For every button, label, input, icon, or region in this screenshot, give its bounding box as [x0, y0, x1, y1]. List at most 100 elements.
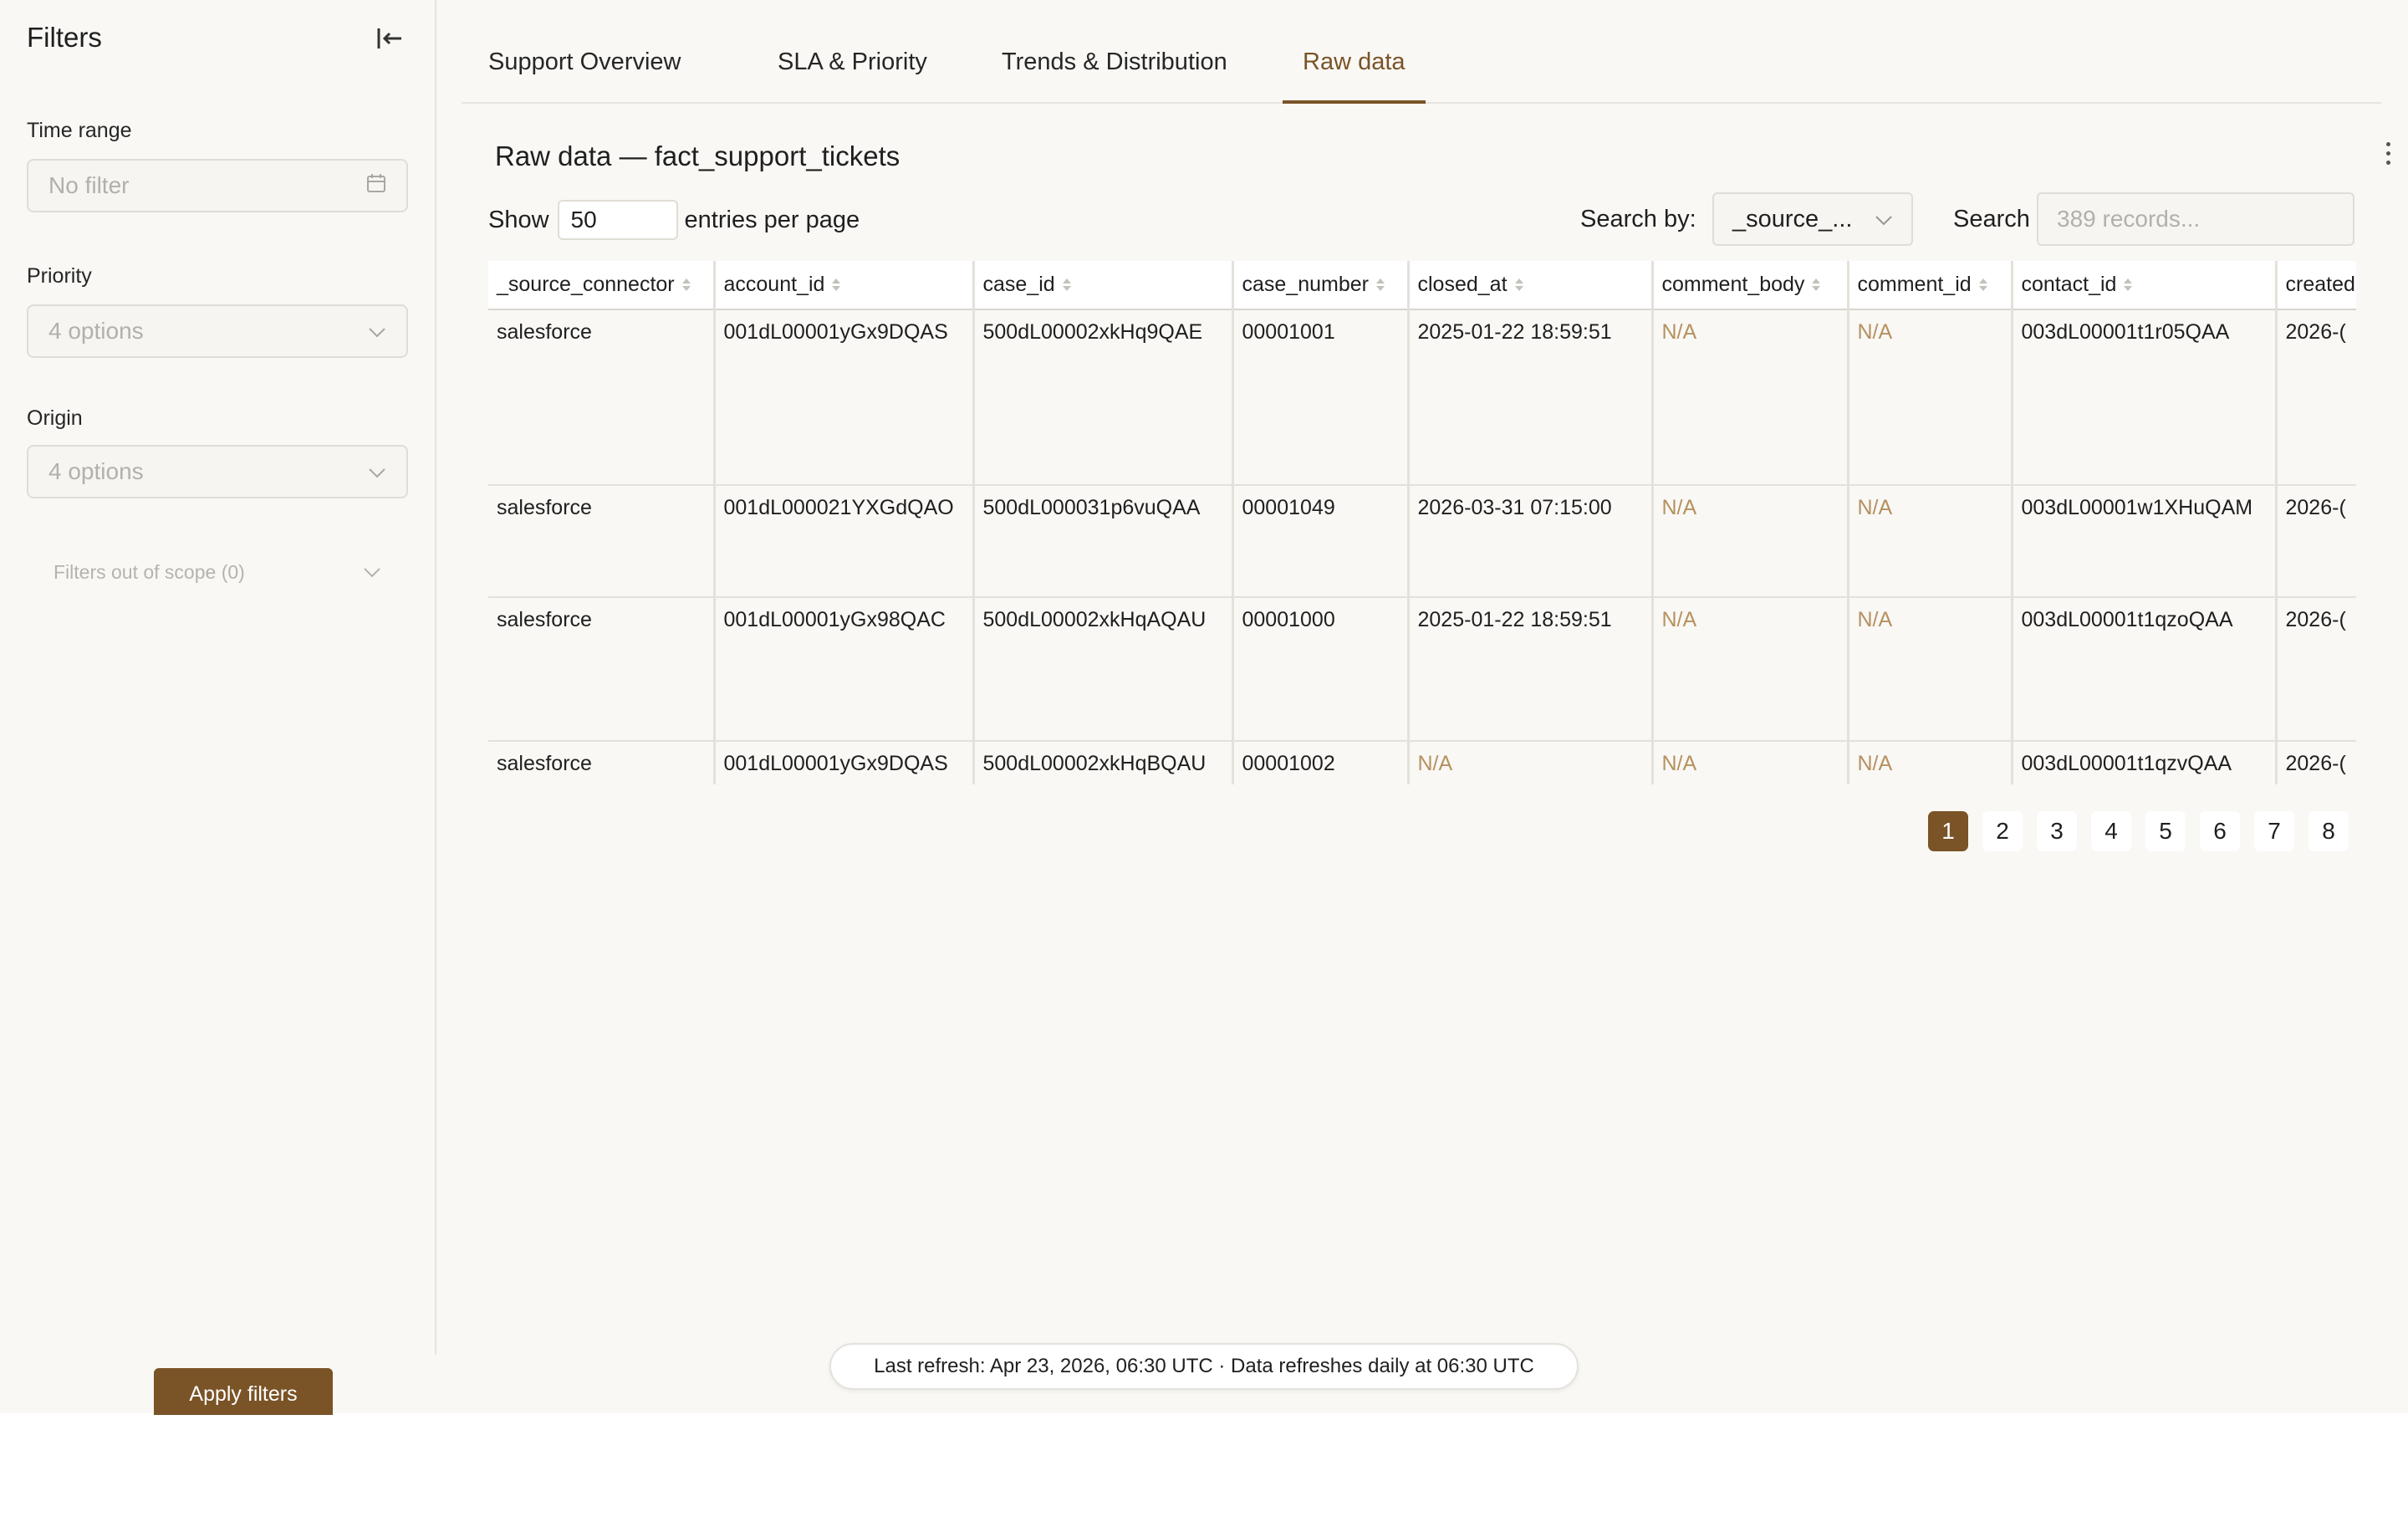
- table-cell: 001dL00001yGx9DQAS: [714, 741, 975, 784]
- table-cell: 500dL00002xkHqAQAU: [973, 597, 1234, 742]
- table-cell: N/A: [1848, 741, 2013, 784]
- column-header[interactable]: comment_body: [1652, 261, 1849, 310]
- table-cell: 2026-(: [2276, 485, 2356, 598]
- page-button-1[interactable]: 1: [1928, 811, 1968, 851]
- sort-icon[interactable]: [2123, 278, 2133, 293]
- column-header[interactable]: closed_at: [1408, 261, 1654, 310]
- chevron-down-icon: [368, 458, 386, 485]
- column-header[interactable]: _source_connector: [488, 261, 716, 310]
- time-range-placeholder: No filter: [48, 172, 130, 198]
- sort-icon[interactable]: [1375, 278, 1385, 293]
- filters-sidebar: Filters Time range No filter Priority 4 …: [0, 0, 436, 1355]
- page-button-7[interactable]: 7: [2254, 811, 2294, 851]
- column-header[interactable]: case_number: [1232, 261, 1410, 310]
- dashboard-tabs: Support Overview SLA & Priority Trends &…: [462, 0, 2381, 104]
- chevron-down-icon: [363, 561, 381, 584]
- time-range-picker[interactable]: No filter: [27, 159, 408, 212]
- sort-icon[interactable]: [831, 278, 841, 293]
- table-row: salesforce 001dL00001yGx9DQAS 500dL00002…: [488, 741, 2356, 784]
- table-cell: 001dL000021YXGdQAO: [714, 485, 975, 598]
- tab-support-overview[interactable]: Support Overview: [468, 49, 701, 102]
- tab-raw-data[interactable]: Raw data: [1283, 49, 1426, 104]
- raw-data-table: _source_connector account_id case_id cas…: [488, 261, 2356, 784]
- column-header[interactable]: account_id: [714, 261, 975, 310]
- table-cell: N/A: [1652, 597, 1849, 742]
- page-button-5[interactable]: 5: [2145, 811, 2186, 851]
- table-cell: salesforce: [488, 741, 716, 784]
- show-label: Show: [488, 206, 549, 233]
- table-cell: 500dL000031p6vuQAA: [973, 485, 1234, 598]
- last-refresh-banner: Last refresh: Apr 23, 2026, 06:30 UTC · …: [829, 1343, 1579, 1390]
- collapse-sidebar-icon[interactable]: [373, 22, 406, 55]
- table-cell: 003dL00001t1r05QAA: [2012, 309, 2278, 486]
- chevron-down-icon: [368, 318, 386, 345]
- priority-placeholder: 4 options: [48, 318, 144, 344]
- priority-label: Priority: [27, 264, 92, 288]
- table-cell: 00001049: [1232, 485, 1410, 598]
- raw-data-table-container[interactable]: _source_connector account_id case_id cas…: [488, 261, 2356, 784]
- page-button-4[interactable]: 4: [2091, 811, 2131, 851]
- filters-out-of-scope-label: Filters out of scope (0): [54, 560, 245, 583]
- page-button-6[interactable]: 6: [2200, 811, 2240, 851]
- chevron-down-icon: [1875, 206, 1893, 233]
- column-header[interactable]: comment_id: [1848, 261, 2013, 310]
- table-cell: 001dL00001yGx9DQAS: [714, 309, 975, 486]
- column-header[interactable]: case_id: [973, 261, 1234, 310]
- priority-select[interactable]: 4 options: [27, 304, 408, 358]
- table-cell: 00001000: [1232, 597, 1410, 742]
- table-cell: 00001002: [1232, 741, 1410, 784]
- table-cell: 003dL00001w1XHuQAM: [2012, 485, 2278, 598]
- search-by-label: Search by:: [1580, 206, 1696, 232]
- kebab-menu-icon[interactable]: [2381, 142, 2395, 172]
- search-input[interactable]: [2037, 192, 2354, 246]
- panel-title: Raw data — fact_support_tickets: [495, 140, 900, 171]
- table-cell: N/A: [1408, 741, 1654, 784]
- table-cell: 2026-(: [2276, 741, 2356, 784]
- table-cell: salesforce: [488, 485, 716, 598]
- table-cell: 2026-(: [2276, 597, 2356, 742]
- filters-out-of-scope-toggle[interactable]: Filters out of scope (0): [54, 557, 381, 587]
- table-cell: salesforce: [488, 597, 716, 742]
- table-cell: N/A: [1848, 597, 2013, 742]
- table-cell: 2025-01-22 18:59:51: [1408, 597, 1654, 742]
- entries-control: Show entries per page: [488, 199, 860, 241]
- tab-sla-priority[interactable]: SLA & Priority: [758, 49, 947, 102]
- sort-icon[interactable]: [681, 278, 691, 293]
- table-cell: N/A: [1652, 309, 1849, 486]
- page-button-3[interactable]: 3: [2037, 811, 2077, 851]
- table-cell: N/A: [1652, 741, 1849, 784]
- apply-filters-button[interactable]: Apply filters: [154, 1368, 333, 1415]
- table-row: salesforce 001dL00001yGx98QAC 500dL00002…: [488, 597, 2356, 742]
- sort-icon[interactable]: [1514, 278, 1524, 293]
- sort-icon[interactable]: [1062, 278, 1072, 293]
- entries-per-page-input[interactable]: [557, 200, 678, 240]
- table-cell: 00001001: [1232, 309, 1410, 486]
- table-cell: 500dL00002xkHq9QAE: [973, 309, 1234, 486]
- table-cell: 2025-01-22 18:59:51: [1408, 309, 1654, 486]
- page-button-2[interactable]: 2: [1982, 811, 2023, 851]
- column-header[interactable]: contact_id: [2012, 261, 2278, 310]
- table-cell: 500dL00002xkHqBQAU: [973, 741, 1234, 784]
- search-by-value: _source_...: [1732, 205, 1853, 232]
- origin-select[interactable]: 4 options: [27, 445, 408, 498]
- table-cell: 003dL00001t1qzoQAA: [2012, 597, 2278, 742]
- time-range-label: Time range: [27, 119, 132, 142]
- table-cell: 001dL00001yGx98QAC: [714, 597, 975, 742]
- origin-label: Origin: [27, 406, 83, 430]
- table-header-row: _source_connector account_id case_id cas…: [488, 261, 2356, 310]
- sort-icon[interactable]: [1978, 278, 1988, 293]
- table-cell: salesforce: [488, 309, 716, 486]
- tab-trends-distribution[interactable]: Trends & Distribution: [982, 49, 1247, 102]
- table-cell: 003dL00001t1qzvQAA: [2012, 741, 2278, 784]
- search-by-select[interactable]: _source_...: [1712, 192, 1913, 246]
- origin-placeholder: 4 options: [48, 458, 144, 484]
- pagination: 1 2 3 4 5 6 7 8: [1928, 811, 2349, 851]
- table-row: salesforce 001dL00001yGx9DQAS 500dL00002…: [488, 309, 2356, 486]
- entries-suffix: entries per page: [684, 206, 860, 233]
- calendar-icon: [366, 172, 386, 199]
- column-header[interactable]: created: [2276, 261, 2356, 310]
- page-button-8[interactable]: 8: [2309, 811, 2349, 851]
- table-cell: 2026-03-31 07:15:00: [1408, 485, 1654, 598]
- sort-icon[interactable]: [1811, 278, 1821, 293]
- bottom-band: [0, 1413, 2408, 1522]
